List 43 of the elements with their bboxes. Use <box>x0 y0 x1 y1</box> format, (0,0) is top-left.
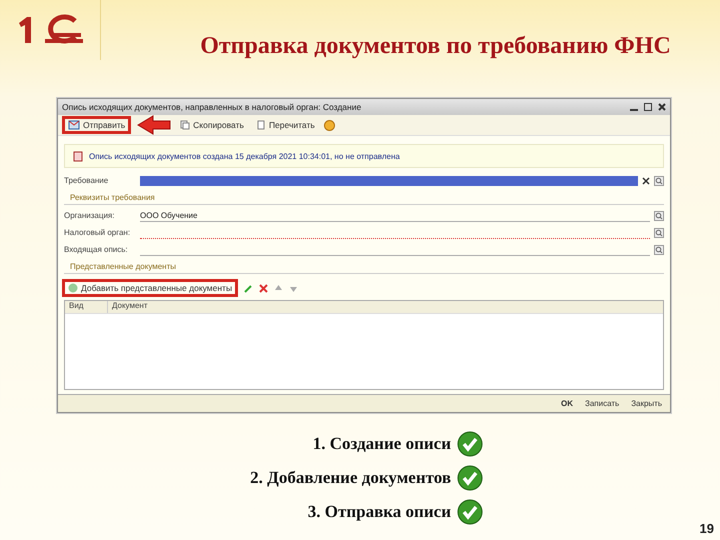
check-icon <box>457 431 483 457</box>
document-icon <box>256 120 266 130</box>
search-icon[interactable] <box>654 210 664 220</box>
toolbar-button[interactable]: Перечитать <box>252 116 318 134</box>
slide-title: Отправка документов по требованию ФНС <box>199 32 672 61</box>
info-message: Опись исходящих документов создана 15 декабря 2021 10:34:01, но не отправлена <box>89 152 400 160</box>
edit-icon[interactable] <box>244 284 254 292</box>
search-icon[interactable] <box>654 244 664 254</box>
step-text: 1. Создание описи <box>312 434 451 454</box>
column-header: Документ <box>111 301 148 312</box>
footer-button[interactable]: Записать <box>583 399 622 408</box>
delete-icon[interactable] <box>259 284 268 292</box>
step-text: 2. Добавление документов <box>249 468 451 488</box>
check-icon <box>457 465 483 491</box>
clear-icon[interactable] <box>642 176 650 184</box>
close-icon[interactable] <box>658 103 666 111</box>
step-text: 3. Отправка описи <box>306 502 451 522</box>
copy-icon <box>180 120 190 130</box>
toolbar-button[interactable]: Отправить <box>62 116 132 134</box>
help-icon[interactable] <box>324 120 335 130</box>
input-field[interactable]: ООО Обучение <box>140 209 650 222</box>
column-header: Вид <box>65 301 108 313</box>
pointer-arrow <box>137 115 172 135</box>
field-label: Налоговый орган: <box>64 228 132 237</box>
maximize-icon[interactable] <box>644 103 652 111</box>
add-icon <box>68 283 78 293</box>
window-title: Опись исходящих документов, направленных в налоговый орган: Создание <box>62 102 362 112</box>
page-number: 19 <box>700 521 714 536</box>
footer-button[interactable]: Закрыть <box>629 399 664 408</box>
section-heading: Представленные документы <box>64 260 664 274</box>
toolbar-button[interactable]: Скопировать <box>177 116 247 134</box>
send-icon <box>68 120 80 130</box>
requirement-field[interactable] <box>140 176 638 186</box>
add-documents-button[interactable]: Добавить представленные документы <box>62 279 238 297</box>
search-icon[interactable] <box>654 228 664 238</box>
field-label: Входящая опись: <box>64 245 129 254</box>
search-icon[interactable] <box>654 176 664 186</box>
section-heading: Реквизиты требования <box>64 191 664 205</box>
field-label: Требование <box>64 176 110 185</box>
footer-button[interactable]: OK <box>559 399 575 408</box>
warning-icon <box>73 150 83 162</box>
field-label: Организация: <box>64 211 116 220</box>
check-icon <box>457 499 483 525</box>
